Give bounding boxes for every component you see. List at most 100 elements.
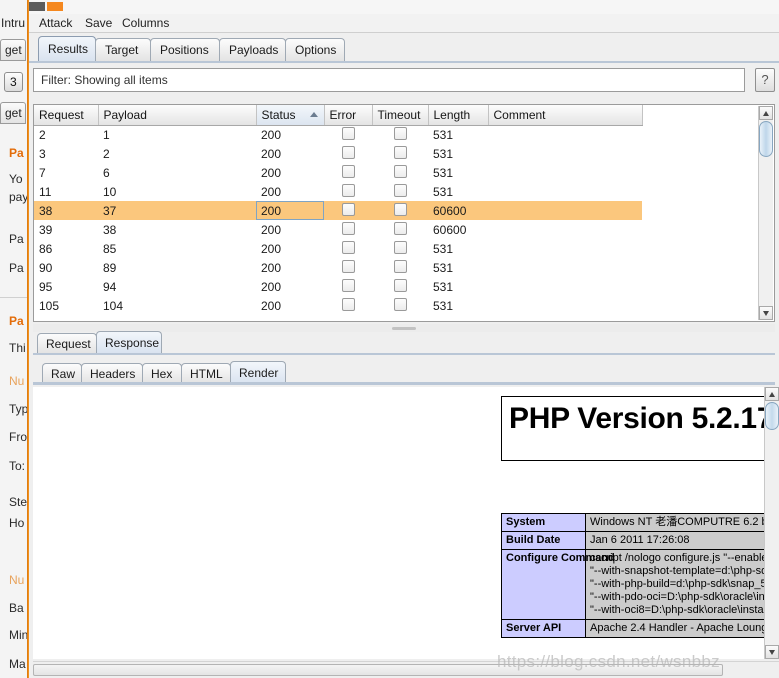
- table-row[interactable]: 95 94 200 531: [34, 277, 642, 296]
- render-scroll-down-arrow-icon[interactable]: [765, 645, 779, 659]
- timeout-checkbox[interactable]: [393, 146, 407, 159]
- cell-timeout[interactable]: [372, 296, 428, 315]
- background-tab-fragment[interactable]: get: [0, 39, 26, 61]
- error-checkbox[interactable]: [341, 241, 355, 254]
- tab-target[interactable]: Target: [95, 38, 151, 62]
- table-row[interactable]: 90 89 200 531: [34, 258, 642, 277]
- cell-request[interactable]: 90: [34, 258, 98, 277]
- column-header-request[interactable]: Request: [34, 105, 99, 126]
- tab-positions[interactable]: Positions: [150, 38, 220, 62]
- cell-payload[interactable]: 10: [98, 182, 256, 201]
- cell-request[interactable]: 2: [34, 125, 98, 144]
- message-tab-request[interactable]: Request: [37, 333, 97, 354]
- table-horizontal-scroll-strip[interactable]: [35, 317, 758, 320]
- message-tab-response[interactable]: Response: [96, 331, 162, 354]
- cell-request[interactable]: 3: [34, 144, 98, 163]
- cell-request[interactable]: 38: [34, 201, 98, 220]
- background-tab-fragment[interactable]: get: [0, 102, 26, 124]
- cell-error[interactable]: [324, 296, 372, 315]
- background-menu-fragment[interactable]: Intru: [1, 16, 25, 30]
- cell-error[interactable]: [324, 239, 372, 258]
- cell-status[interactable]: 200: [256, 144, 324, 163]
- cell-comment[interactable]: [488, 125, 642, 144]
- table-row[interactable]: 3 2 200 531: [34, 144, 642, 163]
- timeout-checkbox[interactable]: [393, 184, 407, 197]
- cell-comment[interactable]: [488, 201, 642, 220]
- cell-length[interactable]: 60600: [428, 220, 488, 239]
- cell-payload[interactable]: 85: [98, 239, 256, 258]
- cell-error[interactable]: [324, 201, 372, 220]
- cell-payload[interactable]: 94: [98, 277, 256, 296]
- cell-length[interactable]: 531: [428, 277, 488, 296]
- menu-item-columns[interactable]: Columns: [122, 16, 169, 30]
- cell-payload[interactable]: 2: [98, 144, 256, 163]
- error-checkbox[interactable]: [341, 184, 355, 197]
- cell-request[interactable]: 105: [34, 296, 98, 315]
- cell-status[interactable]: 200: [256, 163, 324, 182]
- table-row[interactable]: 86 85 200 531: [34, 239, 642, 258]
- background-number-badge[interactable]: 3: [4, 72, 23, 92]
- table-row[interactable]: 105 104 200 531: [34, 296, 642, 315]
- results-table[interactable]: Request Payload Status Error Timeout Length Co…: [34, 105, 643, 315]
- cell-status[interactable]: 200: [256, 277, 324, 296]
- help-button[interactable]: ?: [755, 68, 775, 92]
- cell-timeout[interactable]: [372, 144, 428, 163]
- column-header-status[interactable]: Status: [256, 105, 325, 126]
- timeout-checkbox[interactable]: [393, 127, 407, 141]
- cell-payload[interactable]: 38: [98, 220, 256, 239]
- render-scroll-up-arrow-icon[interactable]: [765, 387, 779, 401]
- column-header-payload[interactable]: Payload: [98, 105, 257, 126]
- timeout-checkbox[interactable]: [393, 222, 407, 235]
- column-header-length[interactable]: Length: [428, 105, 489, 126]
- render-horizontal-scrollbar[interactable]: [33, 661, 779, 678]
- render-vertical-scrollbar[interactable]: [764, 387, 779, 659]
- splitter-grip[interactable]: [392, 327, 416, 330]
- scroll-down-arrow-icon[interactable]: [759, 306, 773, 320]
- cell-error[interactable]: [324, 182, 372, 201]
- cell-comment[interactable]: [488, 296, 642, 315]
- error-checkbox[interactable]: [341, 127, 355, 141]
- cell-comment[interactable]: [488, 239, 642, 258]
- column-header-error[interactable]: Error: [324, 105, 373, 126]
- cell-error[interactable]: [324, 144, 372, 163]
- timeout-checkbox[interactable]: [393, 241, 407, 254]
- view-tab-html[interactable]: HTML: [181, 363, 231, 384]
- cell-status[interactable]: 200: [256, 125, 324, 144]
- table-row[interactable]: 11 10 200 531: [34, 182, 642, 201]
- table-vertical-scrollbar[interactable]: [758, 106, 773, 320]
- tab-payloads[interactable]: Payloads: [219, 38, 286, 62]
- cell-payload[interactable]: 89: [98, 258, 256, 277]
- cell-error[interactable]: [324, 258, 372, 277]
- cell-length[interactable]: 531: [428, 296, 488, 315]
- view-tab-hex[interactable]: Hex: [142, 363, 182, 384]
- table-row[interactable]: 7 6 200 531: [34, 163, 642, 182]
- cell-timeout[interactable]: [372, 163, 428, 182]
- view-tab-render[interactable]: Render: [230, 361, 286, 385]
- cell-length[interactable]: 531: [428, 182, 488, 201]
- cell-payload[interactable]: 37: [98, 201, 256, 220]
- cell-request[interactable]: 7: [34, 163, 98, 182]
- cell-comment[interactable]: [488, 182, 642, 201]
- cell-length[interactable]: 531: [428, 144, 488, 163]
- scrollbar-thumb[interactable]: [759, 121, 773, 157]
- cell-status[interactable]: 200: [256, 239, 324, 258]
- column-header-timeout[interactable]: Timeout: [372, 105, 429, 126]
- cell-timeout[interactable]: [372, 239, 428, 258]
- cell-timeout[interactable]: [372, 220, 428, 239]
- cell-request[interactable]: 11: [34, 182, 98, 201]
- table-row[interactable]: 38 37 200 60600: [34, 201, 642, 220]
- cell-error[interactable]: [324, 125, 372, 144]
- column-header-comment[interactable]: Comment: [488, 105, 643, 126]
- background-window[interactable]: Intru 3 get get Pa Yo pay Pa Pa Pa Thi Nu Typ Fro T…: [0, 0, 29, 678]
- error-checkbox[interactable]: [341, 260, 355, 273]
- cell-timeout[interactable]: [372, 277, 428, 296]
- timeout-checkbox[interactable]: [393, 165, 407, 178]
- render-scrollbar-thumb[interactable]: [765, 402, 779, 430]
- render-panel[interactable]: PHP Version 5.2.17 System Windows NT 老潘CO…: [33, 387, 775, 659]
- cell-timeout[interactable]: [372, 125, 428, 144]
- cell-payload[interactable]: 104: [98, 296, 256, 315]
- cell-length[interactable]: 531: [428, 239, 488, 258]
- table-row[interactable]: 39 38 200 60600: [34, 220, 642, 239]
- cell-status[interactable]: 200: [256, 296, 324, 315]
- timeout-checkbox[interactable]: [393, 279, 407, 292]
